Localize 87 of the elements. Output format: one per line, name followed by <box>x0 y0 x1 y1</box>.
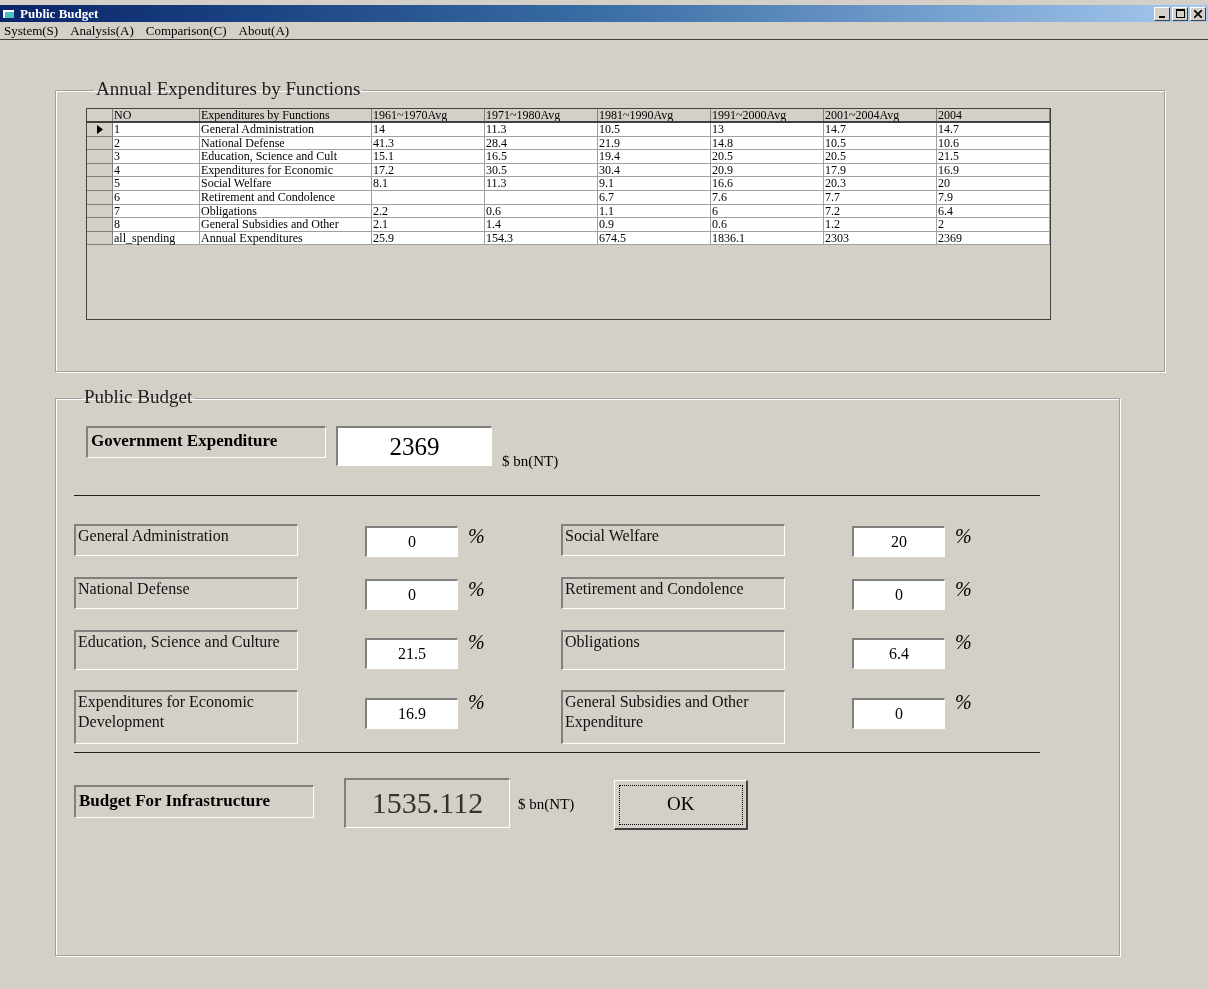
table-cell: 13 <box>711 123 824 137</box>
table-cell: 9.1 <box>598 177 711 191</box>
column-header[interactable]: 2001~2004Avg <box>824 109 937 121</box>
percent-field[interactable]: 0 <box>365 525 458 557</box>
group-title: Annual Expenditures by Functions <box>96 78 361 99</box>
table-cell: General Subsidies and Other <box>200 218 372 232</box>
table-cell: 3 <box>113 150 200 164</box>
percent-field[interactable]: 0 <box>852 697 945 729</box>
table-cell: 16.5 <box>485 150 598 164</box>
table-cell: 20.5 <box>711 150 824 164</box>
column-header[interactable]: 1981~1990Avg <box>598 109 711 121</box>
table-cell: 1.4 <box>485 218 598 232</box>
percent-field[interactable]: 6.4 <box>852 637 945 669</box>
infrastructure-field[interactable]: 1535.112 <box>344 777 510 828</box>
table-cell: General Administration <box>200 123 372 137</box>
category-label: National Defense <box>74 576 298 609</box>
table-cell: 2.1 <box>372 218 485 232</box>
window-title: Public Budget <box>20 5 99 22</box>
menu-item[interactable]: About(A) <box>238 22 290 39</box>
table-cell: 14.7 <box>937 123 1050 137</box>
table-cell: 15.1 <box>372 150 485 164</box>
table-cell: 5 <box>113 177 200 191</box>
table-cell: 11.3 <box>485 177 598 191</box>
table-cell: 8 <box>113 218 200 232</box>
column-header[interactable]: Expenditures by Functions <box>200 109 372 121</box>
table-cell: 21.5 <box>937 150 1050 164</box>
menu-item[interactable]: Analysis(A) <box>70 22 134 39</box>
percent-field[interactable]: 20 <box>852 525 945 557</box>
unit-label: $ bn(NT) <box>518 794 575 814</box>
group-title: Public Budget <box>84 386 193 407</box>
table-cell: 1 <box>113 123 200 137</box>
ok-button[interactable]: OK <box>614 779 749 830</box>
table-cell: 16.6 <box>711 177 824 191</box>
category-label: General Subsidies and Other Expenditure <box>561 689 785 744</box>
table-cell: 20 <box>937 177 1050 191</box>
percent-unit: % <box>468 689 485 714</box>
percent-unit: % <box>468 523 485 548</box>
field-label: Government Expenditure <box>86 426 326 458</box>
row-pointer-icon <box>96 124 103 134</box>
menu-item[interactable]: System(S) <box>4 22 59 39</box>
unit-label: $ bn(NT) <box>502 452 559 471</box>
table-cell: 0.6 <box>711 218 824 232</box>
column-header[interactable]: 2004 <box>937 109 1050 121</box>
category-label: Education, Science and Culture <box>74 629 298 670</box>
minimize-button[interactable] <box>1154 6 1170 21</box>
table-cell: 20.5 <box>824 150 937 164</box>
app-icon <box>2 7 16 20</box>
percent-field[interactable]: 21.5 <box>365 637 458 669</box>
percent-unit: % <box>468 629 485 654</box>
table-cell: 14 <box>372 123 485 137</box>
percent-unit: % <box>955 689 972 714</box>
category-label: Retirement and Condolence <box>561 576 785 609</box>
category-label: Expenditures for Economic Development <box>74 689 298 744</box>
column-header[interactable]: 1961~1970Avg <box>372 109 485 121</box>
table-cell: 1.2 <box>824 218 937 232</box>
percent-unit: % <box>955 523 972 548</box>
minimize-icon <box>1159 15 1165 18</box>
expenditure-field[interactable]: 2369 <box>336 426 492 466</box>
percent-unit: % <box>955 629 972 654</box>
field-label: Budget For Infrastructure <box>74 784 314 818</box>
row-header[interactable] <box>87 123 113 137</box>
table-cell: Education, Science and Cult <box>200 150 372 164</box>
table-cell: 11.3 <box>485 123 598 137</box>
column-header[interactable]: 1971~1980Avg <box>485 109 598 121</box>
percent-field[interactable]: 0 <box>852 578 945 610</box>
column-header[interactable]: 1991~2000Avg <box>711 109 824 121</box>
percent-unit: % <box>468 576 485 601</box>
category-label: Obligations <box>561 629 785 670</box>
table-cell: 8.1 <box>372 177 485 191</box>
percent-field[interactable]: 0 <box>365 578 458 610</box>
table-cell: 0.9 <box>598 218 711 232</box>
table-cell: 14.7 <box>824 123 937 137</box>
table-cell: Social Welfare <box>200 177 372 191</box>
table-cell: 2 <box>937 218 1050 232</box>
table-cell: 19.4 <box>598 150 711 164</box>
table-cell: 20.3 <box>824 177 937 191</box>
close-icon <box>1194 9 1202 18</box>
category-label: Social Welfare <box>561 523 785 556</box>
menu-item[interactable]: Comparison(C) <box>145 22 227 39</box>
category-label: General Administration <box>74 523 298 556</box>
percent-unit: % <box>955 576 972 601</box>
close-button[interactable] <box>1190 6 1206 21</box>
column-header[interactable]: NO <box>113 109 200 121</box>
maximize-icon <box>1175 9 1185 18</box>
maximize-button[interactable] <box>1172 6 1188 21</box>
table-cell: 10.5 <box>598 123 711 137</box>
percent-field[interactable]: 16.9 <box>365 697 458 729</box>
